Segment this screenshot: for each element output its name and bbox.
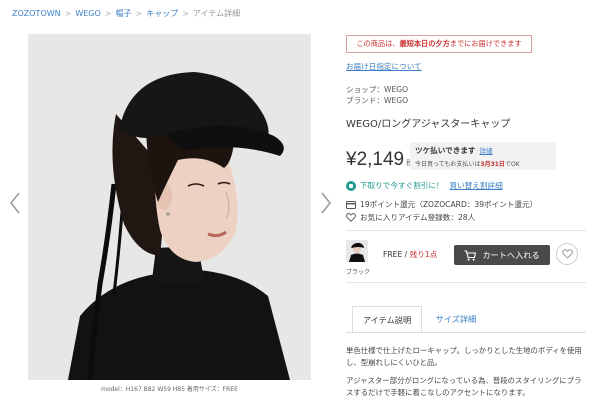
card-icon xyxy=(346,200,356,209)
cart-icon xyxy=(464,249,477,261)
add-to-cart-button[interactable]: カートへ入れる xyxy=(454,245,550,265)
page: ZOZOTOWN > WEGO > 帽子 > キャップ > アイテム詳細 mod… xyxy=(0,0,600,404)
size-stock: FREE / 残り1点 xyxy=(383,249,437,260)
price-value: ¥2,149 xyxy=(346,149,405,170)
breadcrumb-current: アイテム詳細 xyxy=(192,9,241,18)
product-photo[interactable] xyxy=(28,34,311,380)
breadcrumb-separator: > xyxy=(135,9,143,18)
points-row: 19ポイント還元（ZOZOCARD：39ポイント還元） xyxy=(346,199,537,210)
deferred-payment-box: ツケ払いできます 詳細 今日買ってもお支払いは3月31日でOK xyxy=(410,142,556,170)
breadcrumb-separator: > xyxy=(64,9,72,18)
favorites-row: お気に入りアイテム登録数：28人 xyxy=(346,212,475,223)
trade-in-row: 下取りで今すぐ割引に！ 買い替え割詳細 xyxy=(346,180,503,191)
color-thumbnail-image xyxy=(346,240,368,262)
breadcrumb-item-wego[interactable]: WEGO xyxy=(75,9,100,18)
size-label: FREE xyxy=(383,250,403,259)
model-photo xyxy=(28,34,311,380)
trade-in-link[interactable]: 買い替え割詳細 xyxy=(450,180,503,191)
description-paragraph: アジャスター部分がロングになっている為、普段のスタイリングにプラスするだけで手軽… xyxy=(346,376,582,397)
model-caption: model：H167 B82 W59 H85 着用サイズ：FREE xyxy=(101,386,238,393)
tab-size-details[interactable]: サイズ詳細 xyxy=(426,306,486,332)
delivery-notice: この商品は、 最短本日の夕方 までにお届けできます xyxy=(346,35,532,53)
chevron-left-icon xyxy=(10,192,20,214)
deferred-payment-date: 3月31日 xyxy=(480,161,505,168)
stock-label: 残り1点 xyxy=(409,250,438,259)
deferred-payment-title-row: ツケ払いできます 詳細 xyxy=(415,145,551,156)
prev-image-button[interactable] xyxy=(8,190,22,216)
breadcrumb: ZOZOTOWN > WEGO > 帽子 > キャップ > アイテム詳細 xyxy=(12,8,240,19)
breadcrumb-item-cap[interactable]: キャップ xyxy=(146,9,178,18)
divider xyxy=(346,282,586,283)
next-image-button[interactable] xyxy=(319,190,333,216)
trade-in-icon xyxy=(346,180,356,191)
size-separator: / xyxy=(404,250,408,259)
breadcrumb-separator: > xyxy=(104,9,112,18)
chevron-right-icon xyxy=(321,192,331,214)
delivery-notice-suffix: までにお届けできます xyxy=(449,39,522,48)
breadcrumb-item-zozotown[interactable]: ZOZOTOWN xyxy=(12,9,61,18)
brand-label[interactable]: ブランド：WEGO xyxy=(346,95,408,106)
shop-label[interactable]: ショップ：WEGO xyxy=(346,84,408,95)
deferred-payment-title: ツケ払いできます xyxy=(415,146,476,155)
variant-row: ブラック FREE / 残り1点 カートへ入れる xyxy=(346,240,586,280)
tabs-divider xyxy=(346,332,586,333)
divider xyxy=(346,230,586,231)
breadcrumb-item-hats[interactable]: 帽子 xyxy=(116,9,132,18)
heart-icon xyxy=(561,249,573,259)
product-info: この商品は、 最短本日の夕方 までにお届けできます お届け日指定について ショップ：… xyxy=(346,0,586,404)
deferred-payment-note: 今日買ってもお支払いは3月31日でOK xyxy=(415,159,551,168)
favorites-text: お気に入りアイテム登録数：28人 xyxy=(360,213,476,222)
breadcrumb-separator: > xyxy=(182,9,189,18)
detail-tabs: アイテム説明 サイズ詳細 xyxy=(346,306,586,332)
delivery-notice-prefix: この商品は、 xyxy=(356,39,400,48)
description-paragraph: 単色仕様で仕上げたローキャップ。しっかりとした生地のボディを使用し、型崩れしにく… xyxy=(346,346,582,367)
price: ¥2,149税込 xyxy=(346,149,420,171)
heart-icon xyxy=(346,213,356,222)
product-title: WEGO/ロングアジャスターキャップ xyxy=(346,119,511,130)
item-description: 単色仕様で仕上げたローキャップ。しっかりとした生地のボディを使用し、型崩れしにく… xyxy=(346,345,586,404)
delivery-notice-emphasis: 最短本日の夕方 xyxy=(399,39,450,48)
deferred-payment-detail-link[interactable]: 詳細 xyxy=(480,147,493,155)
deferred-payment-note-suffix: でOK xyxy=(504,161,520,168)
favorite-button[interactable] xyxy=(556,243,578,265)
deferred-payment-note-prefix: 今日買ってもお支払いは xyxy=(415,161,481,168)
trade-in-text: 下取りで今すぐ割引に！ xyxy=(360,181,444,190)
tab-item-description[interactable]: アイテム説明 xyxy=(352,306,422,332)
add-to-cart-label: カートへ入れる xyxy=(482,250,540,260)
points-text: 19ポイント還元（ZOZOCARD：39ポイント還元） xyxy=(360,200,538,209)
delivery-date-link[interactable]: お届け日指定について xyxy=(346,61,422,72)
color-thumbnail[interactable] xyxy=(346,240,368,262)
color-name: ブラック xyxy=(346,269,371,276)
